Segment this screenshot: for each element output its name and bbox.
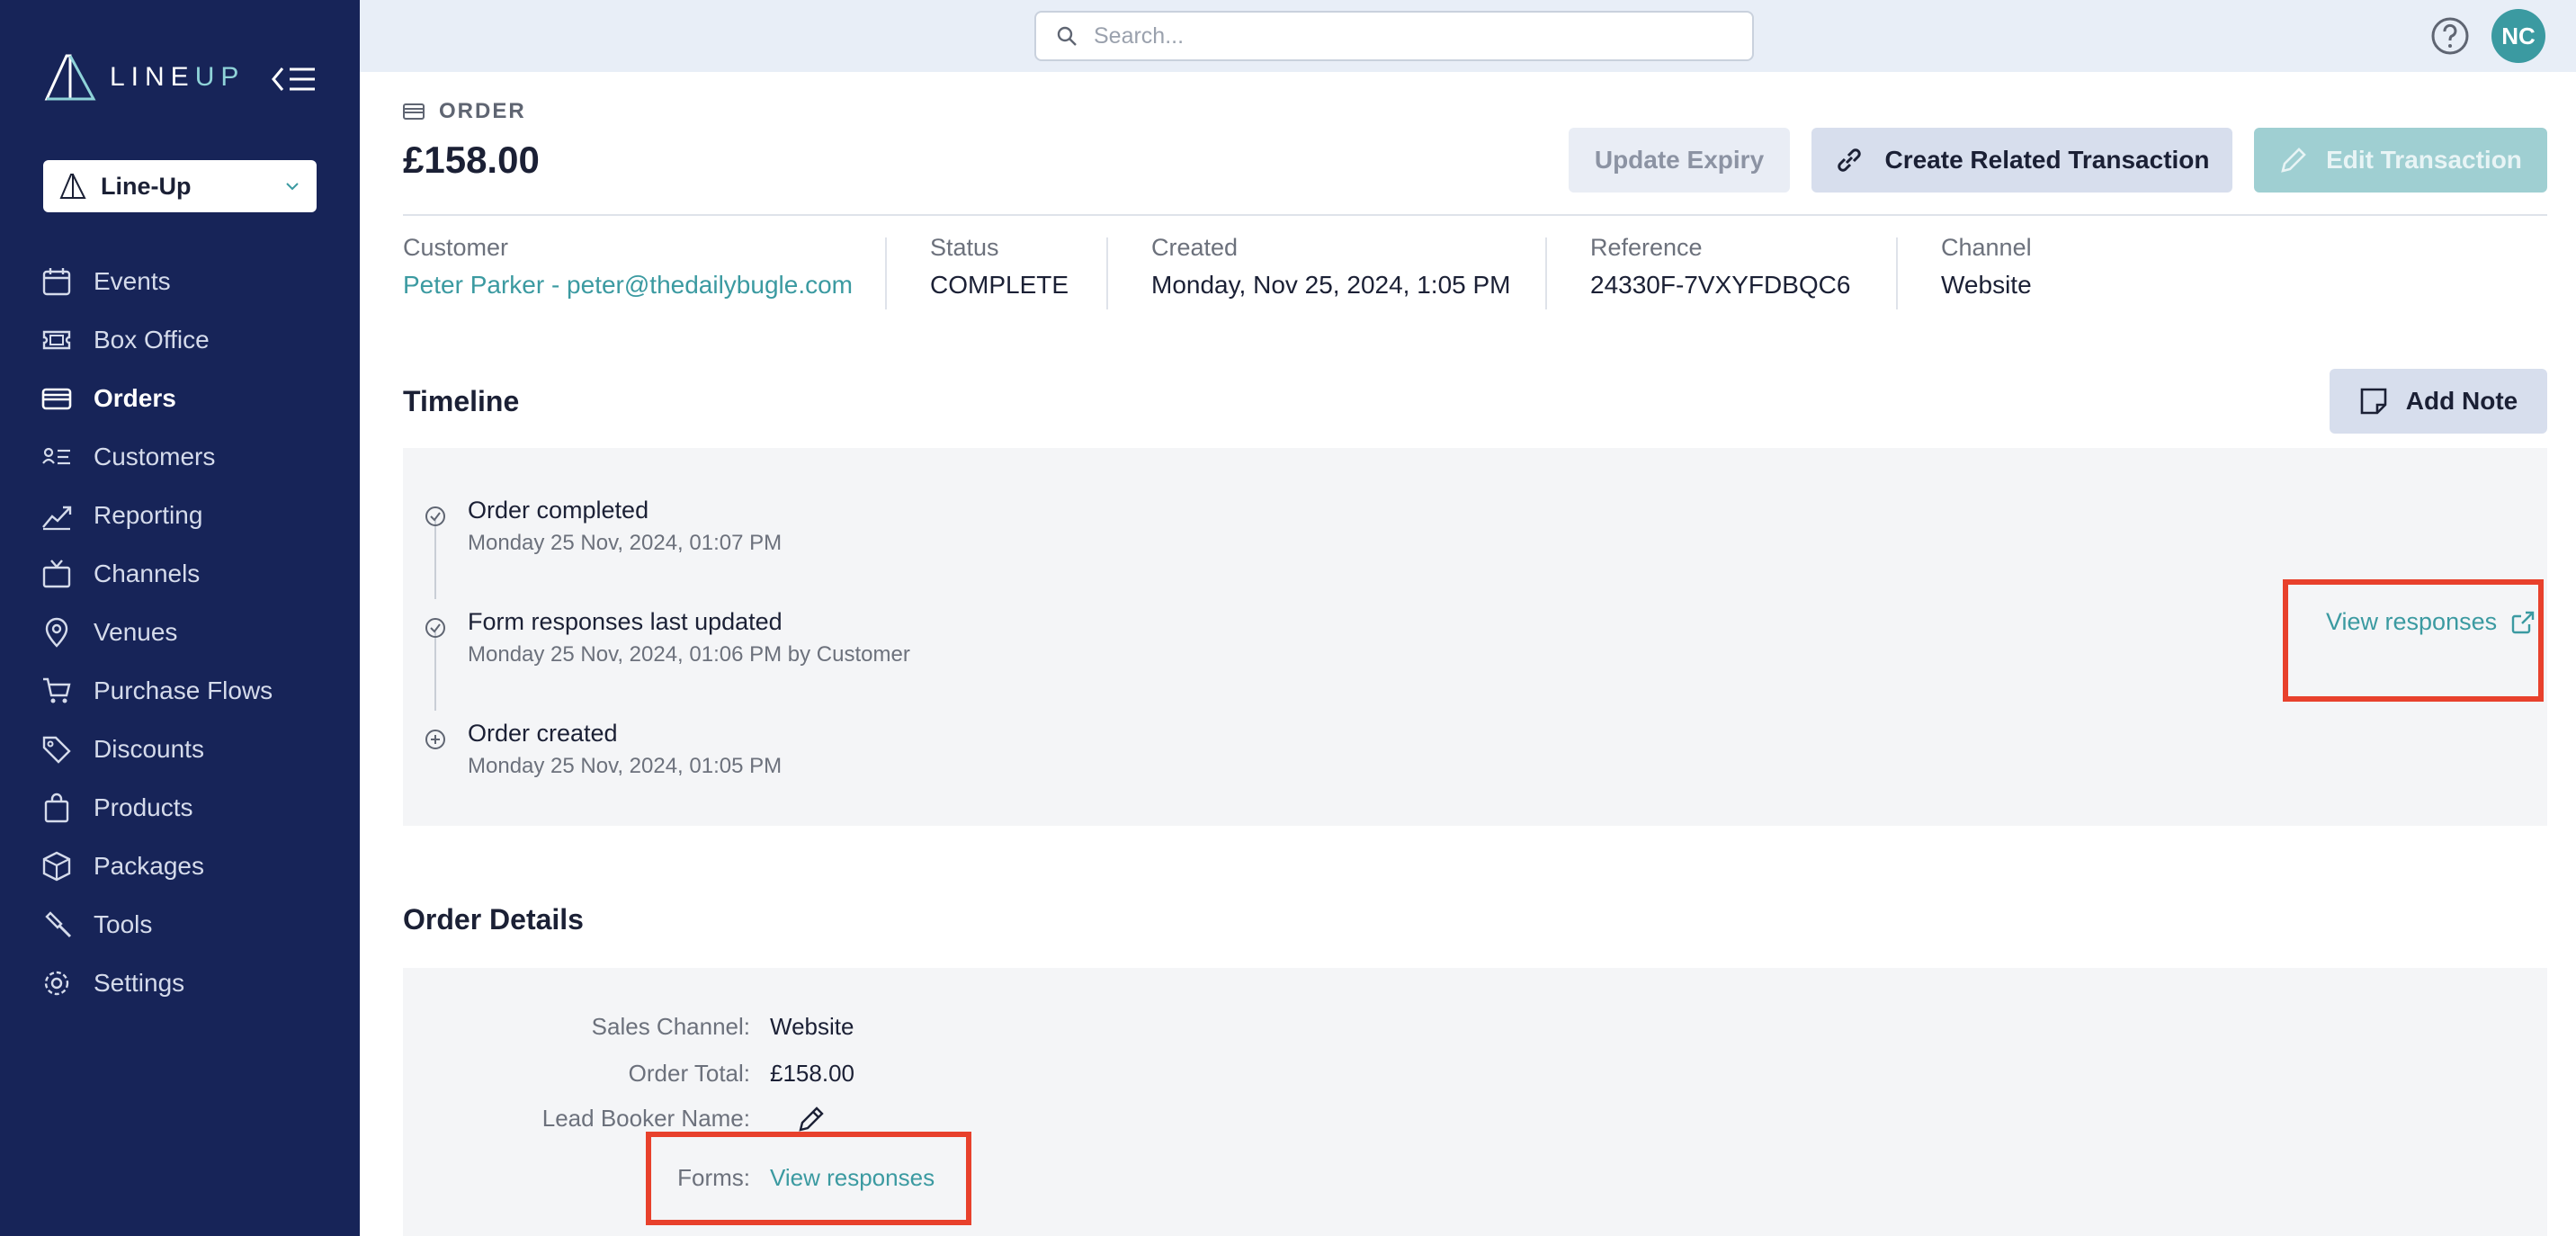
lineup-small-icon [59, 174, 86, 199]
timeline-title: Timeline [403, 385, 520, 417]
organisation-select[interactable]: Line-Up [43, 160, 317, 212]
gear-icon [44, 971, 69, 995]
sidebar-item-orders[interactable]: Orders [0, 369, 360, 427]
tv-icon [42, 559, 71, 587]
sidebar-item-packages[interactable]: Packages [0, 837, 360, 895]
calendar-icon [42, 267, 71, 295]
hammer-icon [45, 910, 72, 937]
forms-view-responses-link[interactable]: View responses [770, 1164, 935, 1192]
credit-card-icon [403, 103, 425, 120]
plus-circle-icon [425, 730, 445, 749]
link-icon [1838, 148, 1862, 172]
detail-row: Order Total: £158.00 [628, 1060, 854, 1087]
meta-divider [1545, 237, 1547, 309]
user-avatar[interactable]: NC [2491, 9, 2545, 63]
sidebar-item-reporting[interactable]: Reporting [0, 486, 360, 544]
sidebar-item-label: Box Office [94, 325, 210, 354]
tags-icon [42, 736, 71, 764]
update-expiry-button[interactable]: Update Expiry [1569, 128, 1790, 193]
sidebar: LINEUP Line-Up Events Box Office Orders [0, 0, 360, 1236]
sidebar-item-purchase-flows[interactable]: Purchase Flows [0, 661, 360, 720]
header-divider [403, 214, 2547, 216]
sidebar-item-events[interactable]: Events [0, 252, 360, 310]
search-input[interactable] [1094, 22, 1705, 49]
pencil-icon [2281, 148, 2306, 173]
logo-text: LINEUP [110, 62, 246, 92]
search-icon [1057, 26, 1077, 46]
timeline-connector [434, 520, 436, 599]
highlight-box [2283, 579, 2544, 702]
top-bar: NC [360, 0, 2576, 72]
help-icon[interactable] [2430, 16, 2470, 56]
ticket-icon [42, 330, 71, 349]
customer-link[interactable]: Peter Parker - peter@thedailybugle.com [403, 271, 853, 300]
sidebar-item-label: Events [94, 266, 171, 295]
lineup-logo-icon [44, 54, 96, 101]
check-circle-icon [425, 506, 445, 526]
map-pin-icon [45, 617, 68, 648]
order-details-panel: Sales Channel: Website Order Total: £158… [403, 968, 2547, 1236]
check-circle-icon [425, 618, 445, 638]
chart-line-icon [42, 506, 72, 530]
external-link-icon [2511, 611, 2535, 633]
sidebar-item-settings[interactable]: Settings [0, 954, 360, 1012]
chevron-down-icon [286, 183, 299, 191]
sidebar-item-label: Purchase Flows [94, 676, 273, 704]
add-note-button[interactable]: Add Note [2330, 369, 2547, 434]
search-box[interactable] [1034, 11, 1754, 61]
meta-divider [885, 237, 887, 309]
contacts-icon [42, 447, 70, 464]
sidebar-item-label: Customers [94, 442, 216, 470]
sidebar-item-products[interactable]: Products [0, 778, 360, 837]
sidebar-item-discounts[interactable]: Discounts [0, 720, 360, 778]
create-related-transaction-button[interactable]: Create Related Transaction [1811, 128, 2232, 193]
sidebar-item-box-office[interactable]: Box Office [0, 310, 360, 369]
sidebar-item-label: Orders [94, 383, 176, 412]
organisation-select-label: Line-Up [101, 172, 192, 200]
view-responses-link[interactable]: View responses [2326, 608, 2535, 636]
order-type-label: ORDER [403, 99, 526, 124]
sidebar-item-channels[interactable]: Channels [0, 544, 360, 603]
detail-row: Sales Channel: Website [591, 1013, 854, 1040]
pencil-icon[interactable] [797, 1105, 826, 1133]
sidebar-item-label: Venues [94, 617, 178, 646]
package-icon [42, 851, 71, 881]
sidebar-item-label: Reporting [94, 500, 203, 529]
sticky-note-icon [2360, 388, 2387, 415]
sidebar-item-label: Channels [94, 559, 201, 587]
shopping-bag-icon [44, 793, 69, 822]
status-meta: Status COMPLETE [930, 234, 1069, 299]
sidebar-item-label: Settings [94, 968, 185, 997]
sidebar-item-label: Packages [94, 851, 204, 880]
reference-meta: Reference 24330F-7VXYFDBQC6 [1590, 234, 1851, 299]
credit-card-icon [41, 388, 72, 409]
cart-icon [43, 677, 71, 703]
edit-transaction-button[interactable]: Edit Transaction [2254, 128, 2547, 193]
sidebar-item-label: Discounts [94, 734, 204, 763]
meta-divider [1896, 237, 1898, 309]
collapse-sidebar-icon[interactable] [272, 65, 317, 94]
meta-divider [1106, 237, 1108, 309]
timeline-panel: Order completed Monday 25 Nov, 2024, 01:… [403, 448, 2547, 826]
order-details-title: Order Details [403, 903, 584, 936]
lineup-logo[interactable]: LINEUP [43, 52, 245, 103]
sidebar-item-label: Tools [94, 909, 153, 938]
sidebar-nav: Events Box Office Orders Customers Repor… [0, 252, 360, 1012]
order-price: £158.00 [403, 139, 540, 181]
timeline-connector [434, 631, 436, 711]
detail-row: Forms: View responses [677, 1164, 935, 1192]
sidebar-item-venues[interactable]: Venues [0, 603, 360, 661]
created-meta: Created Monday, Nov 25, 2024, 1:05 PM [1151, 234, 1511, 299]
channel-meta: Channel Website [1941, 234, 2032, 299]
sidebar-item-label: Products [94, 793, 193, 821]
customer-meta: Customer Peter Parker - peter@thedailybu… [403, 234, 853, 300]
sidebar-item-customers[interactable]: Customers [0, 427, 360, 486]
sidebar-item-tools[interactable]: Tools [0, 895, 360, 954]
